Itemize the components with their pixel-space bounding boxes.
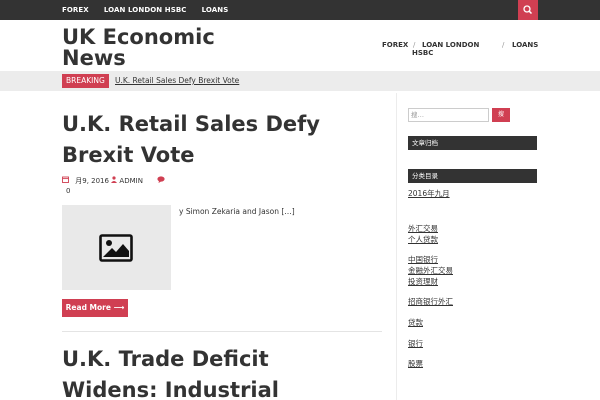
category-link[interactable]: 贷款 [408, 318, 423, 328]
category-link[interactable]: 投资理财 [408, 277, 438, 287]
widget-title-categories: 分类目录 [408, 169, 537, 183]
category-link[interactable]: 股票 [408, 359, 423, 369]
main-nav-separator: / [413, 41, 416, 49]
post-title-line-1: U.K. Retail Sales Defy [62, 112, 320, 136]
post-title-line-2: Brexit Vote [62, 143, 195, 167]
post-title[interactable]: U.K. Retail Sales Defy Brexit Vote [62, 109, 382, 171]
post-author[interactable]: ADMIN [119, 177, 143, 185]
main-nav-item-loans[interactable]: LOANS [512, 41, 538, 49]
post-divider [62, 331, 382, 332]
read-more-button[interactable]: Read More ⟶ [62, 299, 128, 317]
main-nav: FOREX / LOAN LONDON HSBC / LOANS [0, 0, 600, 60]
post-date: 月9, 2016 [75, 177, 109, 185]
post-title-line-1: U.K. Trade Deficit [62, 347, 269, 371]
sidebar-divider [396, 93, 397, 400]
post-excerpt: y Simon Zekaria and Jason […] [179, 207, 295, 216]
sidebar-search-placeholder: 搜… [411, 111, 424, 119]
comment-icon [157, 176, 165, 185]
main-nav-item-loan-london[interactable]: LOAN LONDON [422, 41, 479, 49]
breaking-news-bar: BREAKING U.K. Retail Sales Defy Brexit V… [0, 71, 600, 91]
category-link[interactable]: 招商银行外汇 [408, 297, 453, 307]
post-comment-count[interactable]: 0 [66, 187, 70, 195]
breaking-headline-link[interactable]: U.K. Retail Sales Defy Brexit Vote [115, 74, 239, 88]
sidebar-search-input[interactable]: 搜… [408, 108, 489, 122]
image-placeholder-icon [99, 234, 133, 262]
category-link[interactable]: 个人贷款 [408, 235, 438, 245]
post-thumbnail[interactable] [62, 205, 171, 290]
calendar-icon [62, 176, 71, 185]
category-link[interactable]: 金融外汇交易 [408, 266, 453, 276]
post-meta: 月9, 2016 ADMIN 0 [62, 176, 182, 196]
post-title-line-2: Widens: Industrial [62, 378, 280, 400]
main-nav-item-forex[interactable]: FOREX [382, 41, 408, 49]
category-link[interactable]: 中国银行 [408, 255, 438, 265]
breaking-label: BREAKING [62, 74, 109, 88]
archive-link[interactable]: 2016年九月 [408, 189, 450, 199]
main-nav-item-hsbc[interactable]: HSBC [412, 49, 433, 57]
sidebar-search-button[interactable]: 搜 [492, 108, 510, 122]
post-title[interactable]: U.K. Trade Deficit Widens: Industrial [62, 344, 382, 400]
category-link[interactable]: 外汇交易 [408, 224, 438, 234]
widget-title-archives: 文章归档 [408, 136, 537, 150]
main-nav-separator: / [502, 41, 505, 49]
category-link[interactable]: 银行 [408, 339, 423, 349]
